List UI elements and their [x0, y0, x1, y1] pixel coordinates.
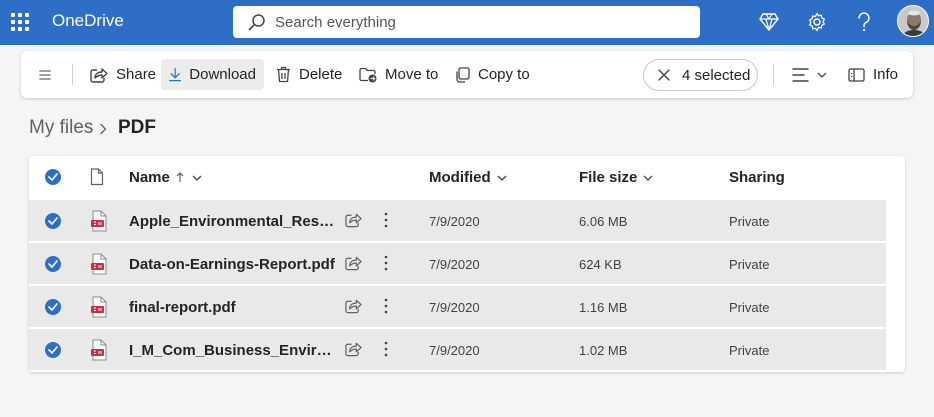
checkmark-icon: [48, 173, 58, 181]
chevron-right-icon: [100, 123, 107, 135]
select-all-checkbox[interactable]: [45, 169, 61, 185]
premium-diamond-icon[interactable]: [758, 11, 780, 33]
share-icon[interactable]: [345, 255, 362, 271]
copy-icon: [456, 66, 470, 83]
move-folder-icon: [359, 67, 377, 82]
chevron-down-icon: [817, 72, 827, 78]
move-to-label: Move to: [385, 66, 439, 83]
toolbar-divider: [72, 64, 73, 85]
share-label: Share: [116, 66, 157, 83]
checkmark-icon: [48, 303, 58, 311]
download-label: Download: [189, 66, 256, 83]
table-row[interactable]: Data-on-Earnings-Report.pdf 7/9/2020 624…: [29, 243, 886, 285]
close-icon: [658, 69, 670, 81]
nav-menu-button[interactable]: [32, 59, 66, 90]
more-options-icon[interactable]: [384, 298, 388, 314]
share-icon[interactable]: [345, 341, 362, 357]
share-button[interactable]: Share: [82, 59, 164, 90]
file-type-icon: [90, 168, 104, 186]
checkmark-icon: [48, 346, 58, 354]
share-icon: [90, 67, 108, 83]
info-label: Info: [873, 66, 899, 83]
move-to-button[interactable]: Move to: [351, 59, 446, 90]
file-size: 6.06 MB: [579, 214, 628, 229]
pdf-file-icon: [91, 253, 107, 275]
info-pane-icon: [848, 67, 865, 82]
sharing-status: Private: [729, 214, 770, 229]
file-size: 624 KB: [579, 257, 622, 272]
help-question-icon[interactable]: [853, 11, 875, 33]
app-launcher-icon[interactable]: [11, 13, 29, 31]
row-checkbox[interactable]: [45, 256, 61, 272]
user-avatar[interactable]: [897, 5, 929, 37]
settings-gear-icon[interactable]: [806, 11, 828, 33]
info-button[interactable]: Info: [840, 59, 906, 90]
hamburger-icon: [39, 70, 51, 79]
share-icon[interactable]: [345, 298, 362, 314]
more-options-icon[interactable]: [384, 341, 388, 357]
trash-icon: [277, 66, 290, 83]
table-row[interactable]: Apple_Environmental_Responsibility_Repor…: [29, 200, 886, 242]
sort-ascending-icon: [176, 172, 184, 182]
table-row[interactable]: I_M_Com_Business_Environment.pdf 7/9/202…: [29, 329, 886, 371]
download-icon: [169, 67, 182, 82]
pdf-file-icon: [91, 296, 107, 318]
column-header-modified[interactable]: Modified: [429, 169, 507, 186]
breadcrumb-current-folder: PDF: [118, 117, 156, 138]
sharing-status: Private: [729, 257, 770, 272]
checkmark-icon: [48, 260, 58, 268]
column-sharing-label: Sharing: [729, 169, 785, 186]
column-header-sharing[interactable]: Sharing: [729, 169, 785, 186]
search-input[interactable]: [275, 6, 685, 38]
row-checkbox[interactable]: [45, 342, 61, 358]
row-checkbox[interactable]: [45, 299, 61, 315]
selected-count: 4 selected: [682, 66, 751, 84]
delete-label: Delete: [299, 66, 343, 83]
chevron-down-icon: [643, 175, 653, 181]
file-name-link[interactable]: I_M_Com_Business_Environment.pdf: [129, 342, 337, 359]
file-name-link[interactable]: final-report.pdf: [129, 299, 337, 316]
view-options-button[interactable]: [784, 59, 835, 90]
column-file-size-label: File size: [579, 169, 638, 186]
share-icon[interactable]: [345, 212, 362, 228]
pdf-file-icon: [91, 339, 107, 361]
file-name-link[interactable]: Data-on-Earnings-Report.pdf: [129, 256, 337, 273]
search-box[interactable]: [233, 6, 700, 38]
search-icon: [248, 14, 265, 31]
file-size: 1.02 MB: [579, 343, 628, 358]
column-header-name[interactable]: Name: [129, 169, 202, 186]
app-bar: OneDrive: [0, 0, 934, 45]
command-bar: Share Download Delete Move to Copy to 4 …: [21, 51, 913, 98]
column-name-label: Name: [129, 169, 170, 186]
row-checkbox[interactable]: [45, 213, 61, 229]
table-row[interactable]: final-report.pdf 7/9/2020 1.16 MB Privat…: [29, 286, 886, 328]
chevron-down-icon: [192, 175, 202, 181]
modified-date: 7/9/2020: [429, 257, 480, 272]
chevron-down-icon: [497, 175, 507, 181]
column-modified-label: Modified: [429, 169, 491, 186]
clear-selection-button[interactable]: 4 selected: [643, 59, 758, 91]
copy-to-label: Copy to: [478, 66, 530, 83]
toolbar-divider: [773, 64, 774, 85]
sharing-status: Private: [729, 300, 770, 315]
delete-button[interactable]: Delete: [268, 59, 350, 90]
modified-date: 7/9/2020: [429, 343, 480, 358]
column-header-file-size[interactable]: File size: [579, 169, 653, 186]
file-list-header: Name Modified File size Sharing: [29, 156, 905, 200]
breadcrumb-my-files[interactable]: My files: [29, 117, 93, 139]
modified-date: 7/9/2020: [429, 214, 480, 229]
copy-to-button[interactable]: Copy to: [446, 59, 538, 90]
more-options-icon[interactable]: [384, 212, 388, 228]
file-list: Name Modified File size Sharing Apple_En…: [29, 156, 905, 372]
file-size: 1.16 MB: [579, 300, 628, 315]
app-title[interactable]: OneDrive: [52, 11, 124, 31]
more-options-icon[interactable]: [384, 255, 388, 271]
download-button[interactable]: Download: [161, 59, 264, 90]
pdf-file-icon: [91, 210, 107, 232]
modified-date: 7/9/2020: [429, 300, 480, 315]
file-name-link[interactable]: Apple_Environmental_Responsibility_Repor…: [129, 213, 337, 230]
checkmark-icon: [48, 217, 58, 225]
sharing-status: Private: [729, 343, 770, 358]
list-view-icon: [792, 67, 809, 82]
